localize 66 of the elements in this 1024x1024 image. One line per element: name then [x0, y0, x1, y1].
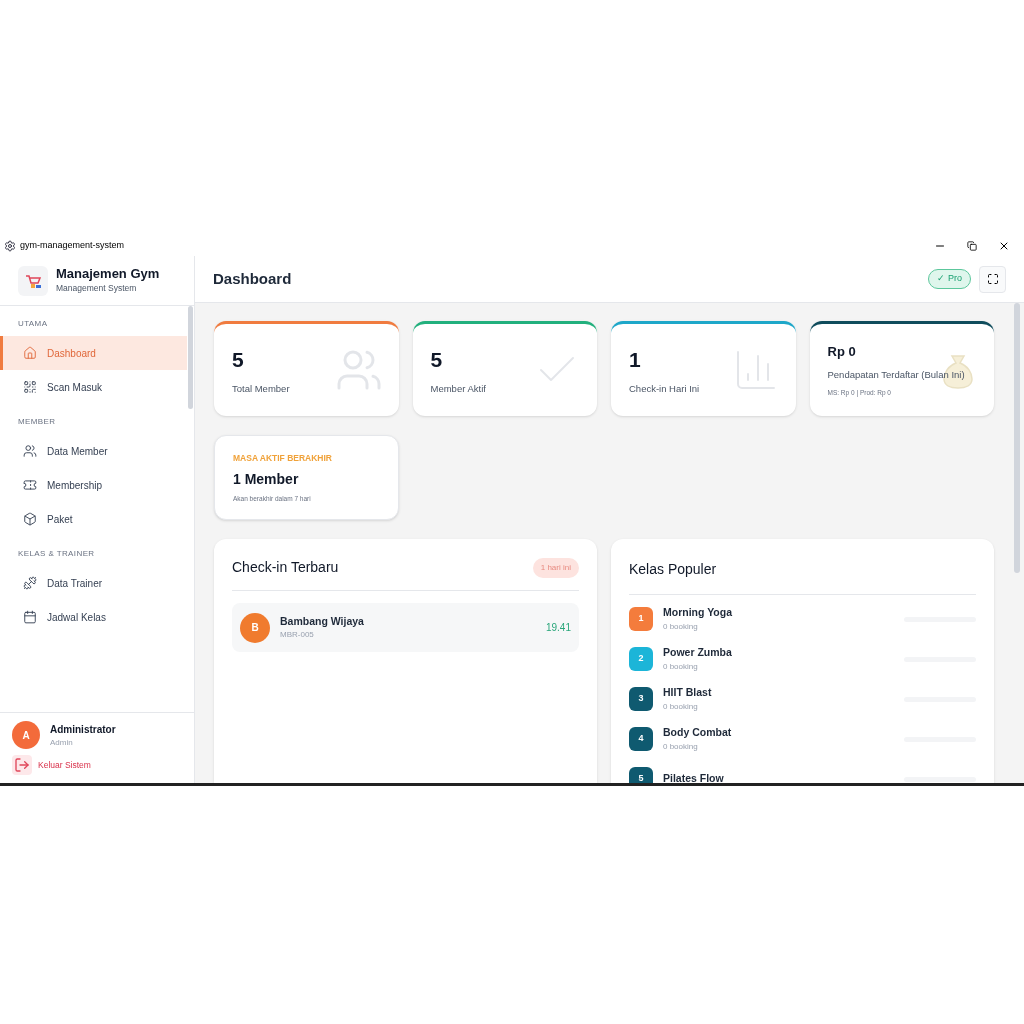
stat-label: Member Aktif	[430, 381, 486, 396]
close-icon	[998, 240, 1010, 252]
stat-label: Total Member	[232, 381, 290, 396]
user-avatar: A	[12, 721, 40, 749]
section-heading: MEMBER	[17, 416, 57, 428]
member-avatar: B	[240, 612, 270, 643]
dumbbell-icon	[23, 576, 37, 590]
nav-item[interactable]: Data Trainer	[0, 566, 187, 600]
stat-value: 5	[232, 347, 244, 374]
section-heading: KELAS & TRAINER	[17, 548, 96, 560]
scrollbar-thumb[interactable]	[1014, 303, 1020, 573]
rank-badge: 3	[629, 687, 653, 711]
stat-value: 1	[629, 347, 641, 374]
class-name: HIIT Blast	[663, 685, 712, 701]
member-id: MBR-005	[280, 629, 315, 642]
stat-label: Check-in Hari Ini	[629, 381, 700, 396]
booking-count: 0 booking	[663, 740, 699, 753]
nav-item[interactable]: Data Member	[0, 434, 187, 468]
window-title: gym-management-system	[20, 239, 125, 253]
rank-badge: 4	[629, 727, 653, 751]
restore-icon	[967, 241, 977, 251]
fullscreen-button[interactable]	[979, 265, 1006, 293]
home-icon	[23, 346, 37, 360]
class-name: Power Zumba	[663, 645, 732, 661]
rank-badge: 1	[629, 607, 653, 631]
checkin-time: 19.41	[545, 621, 571, 635]
calendar-icon	[23, 610, 37, 624]
brand-subtitle: Management System	[56, 282, 138, 295]
app-icon	[4, 240, 16, 252]
pro-badge: ✓ Pro	[928, 269, 971, 289]
brand-title: Manajemen Gym	[56, 266, 160, 283]
nav-item[interactable]: Membership	[0, 468, 187, 502]
section-heading: UTAMA	[17, 318, 49, 330]
checkin-row[interactable]: B Bambang Wijaya MBR-005 19.41	[232, 603, 579, 652]
booking-count: 0 booking	[663, 620, 699, 633]
booking-count: 0 booking	[663, 660, 699, 673]
rank-badge: 5	[629, 767, 653, 783]
count-badge: 1 hari ini	[532, 557, 579, 578]
logout-button[interactable]: Keluar Sistem	[12, 755, 182, 775]
nav-item[interactable]: Jadwal Kelas	[0, 600, 187, 634]
user-name: Administrator	[50, 722, 116, 737]
expiring-value: 1 Member	[233, 469, 300, 489]
member-name: Bambang Wijaya	[280, 613, 364, 629]
expiring-heading: MASA AKTIF BERAKHIR	[233, 451, 333, 465]
panel-title: Kelas Populer	[629, 560, 717, 579]
nav-item[interactable]: Paket	[0, 502, 187, 536]
stat-label: Pendapatan Terdaftar (Bulan Ini)	[827, 367, 965, 382]
user-role: Admin	[50, 736, 74, 749]
fullscreen-icon	[986, 273, 999, 285]
class-name: Pilates Flow	[663, 771, 724, 783]
logo-icon	[18, 265, 48, 296]
nav-item[interactable]: Scan Masuk	[0, 370, 187, 404]
scrollbar-thumb[interactable]	[188, 306, 193, 409]
panel-title: Check-in Terbaru	[232, 558, 339, 577]
class-name: Body Combat	[663, 725, 732, 741]
rank-badge: 2	[629, 647, 653, 671]
stat-value: 5	[430, 347, 443, 374]
logout-icon	[12, 755, 32, 775]
page-title: Dashboard	[213, 268, 292, 289]
ticket-icon	[23, 478, 37, 492]
class-name: Morning Yoga	[663, 605, 733, 621]
stat-value: Rp 0	[827, 343, 856, 362]
qr-code-icon	[23, 380, 37, 394]
booking-count: 0 booking	[663, 700, 699, 713]
users-icon	[23, 444, 37, 458]
box-icon	[23, 512, 37, 526]
